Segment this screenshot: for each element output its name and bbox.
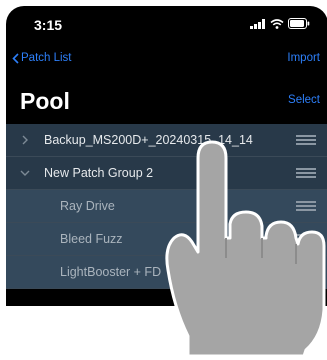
chevron-left-icon xyxy=(12,52,19,64)
list-item-label: New Patch Group 2 xyxy=(44,166,154,180)
nav-bar: Patch List Import xyxy=(6,52,327,72)
list-item-label: Bleed Fuzz xyxy=(60,232,123,246)
import-button[interactable]: Import xyxy=(287,52,320,64)
list-item-label: LightBooster + FD xyxy=(60,265,162,279)
back-label: Patch List xyxy=(21,52,72,64)
page-title: Pool xyxy=(20,88,70,114)
status-icons xyxy=(250,18,310,29)
signal-icon xyxy=(250,18,265,29)
list-item-label: Ray Drive xyxy=(60,199,115,213)
select-button[interactable]: Select xyxy=(288,94,320,106)
chevron-right-icon[interactable] xyxy=(20,135,30,145)
chevron-down-icon[interactable] xyxy=(20,168,30,178)
battery-icon xyxy=(288,18,310,29)
status-time: 3:15 xyxy=(34,17,63,33)
wifi-icon xyxy=(270,18,284,29)
pointing-hand-icon xyxy=(165,140,326,358)
status-bar: 3:15 xyxy=(6,6,327,40)
back-button[interactable]: Patch List xyxy=(12,52,72,64)
